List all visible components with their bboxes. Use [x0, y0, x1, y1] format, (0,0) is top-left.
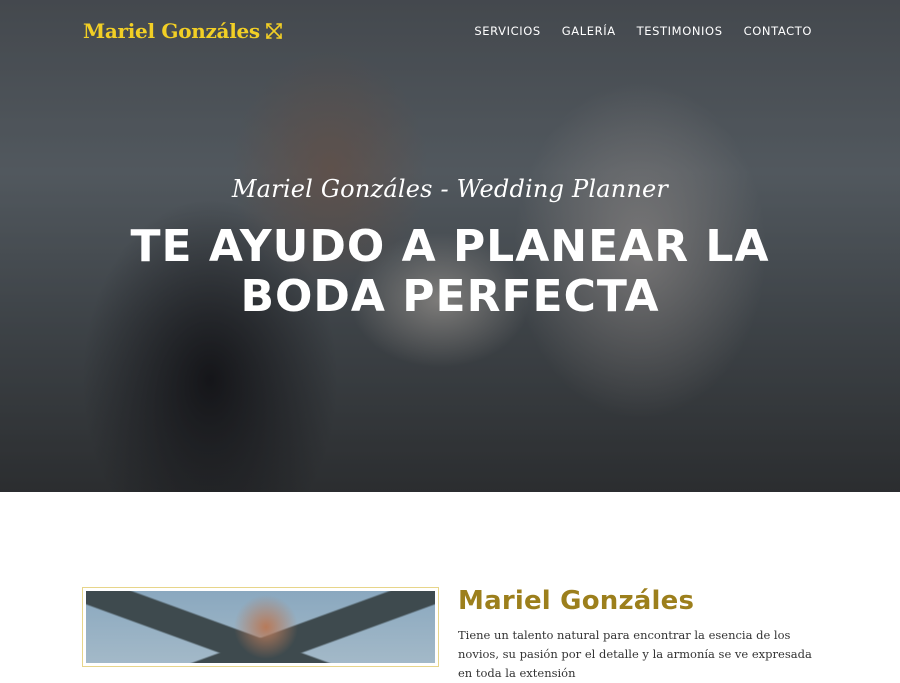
nav-link-servicios[interactable]: SERVICIOS: [474, 24, 540, 38]
hero-title-line-1: TE AYUDO A PLANEAR LA: [130, 221, 770, 272]
hero-subtitle: Mariel Gonzáles - Wedding Planner: [231, 175, 669, 203]
nav-link-galeria[interactable]: GALERÍA: [562, 24, 616, 38]
brand-name: Mariel Gonzáles: [83, 19, 260, 43]
nav-link-contacto[interactable]: CONTACTO: [744, 24, 812, 38]
hero-title-line-2: BODA PERFECTA: [240, 271, 660, 322]
about-description: Tiene un talento natural para encontrar …: [458, 628, 812, 680]
crossed-arrows-icon: [266, 23, 282, 39]
brand-logo[interactable]: Mariel Gonzáles: [83, 19, 284, 43]
hero-title: TE AYUDO A PLANEAR LA BODA PERFECTA: [0, 222, 900, 322]
profile-photo: [86, 591, 435, 663]
nav-link-testimonios[interactable]: TESTIMONIOS: [637, 24, 723, 38]
about-heading: Mariel Gonzáles: [458, 586, 695, 616]
hero-section: Mariel Gonzáles SERVICIOS GALERÍA TESTIM…: [0, 0, 900, 492]
profile-photo-frame: [82, 587, 439, 667]
main-menu: SERVICIOS GALERÍA TESTIMONIOS CONTACTO: [474, 24, 812, 38]
about-section: Mariel Gonzáles Tiene un talento natural…: [0, 586, 900, 680]
top-navigation: Mariel Gonzáles SERVICIOS GALERÍA TESTIM…: [0, 0, 900, 62]
